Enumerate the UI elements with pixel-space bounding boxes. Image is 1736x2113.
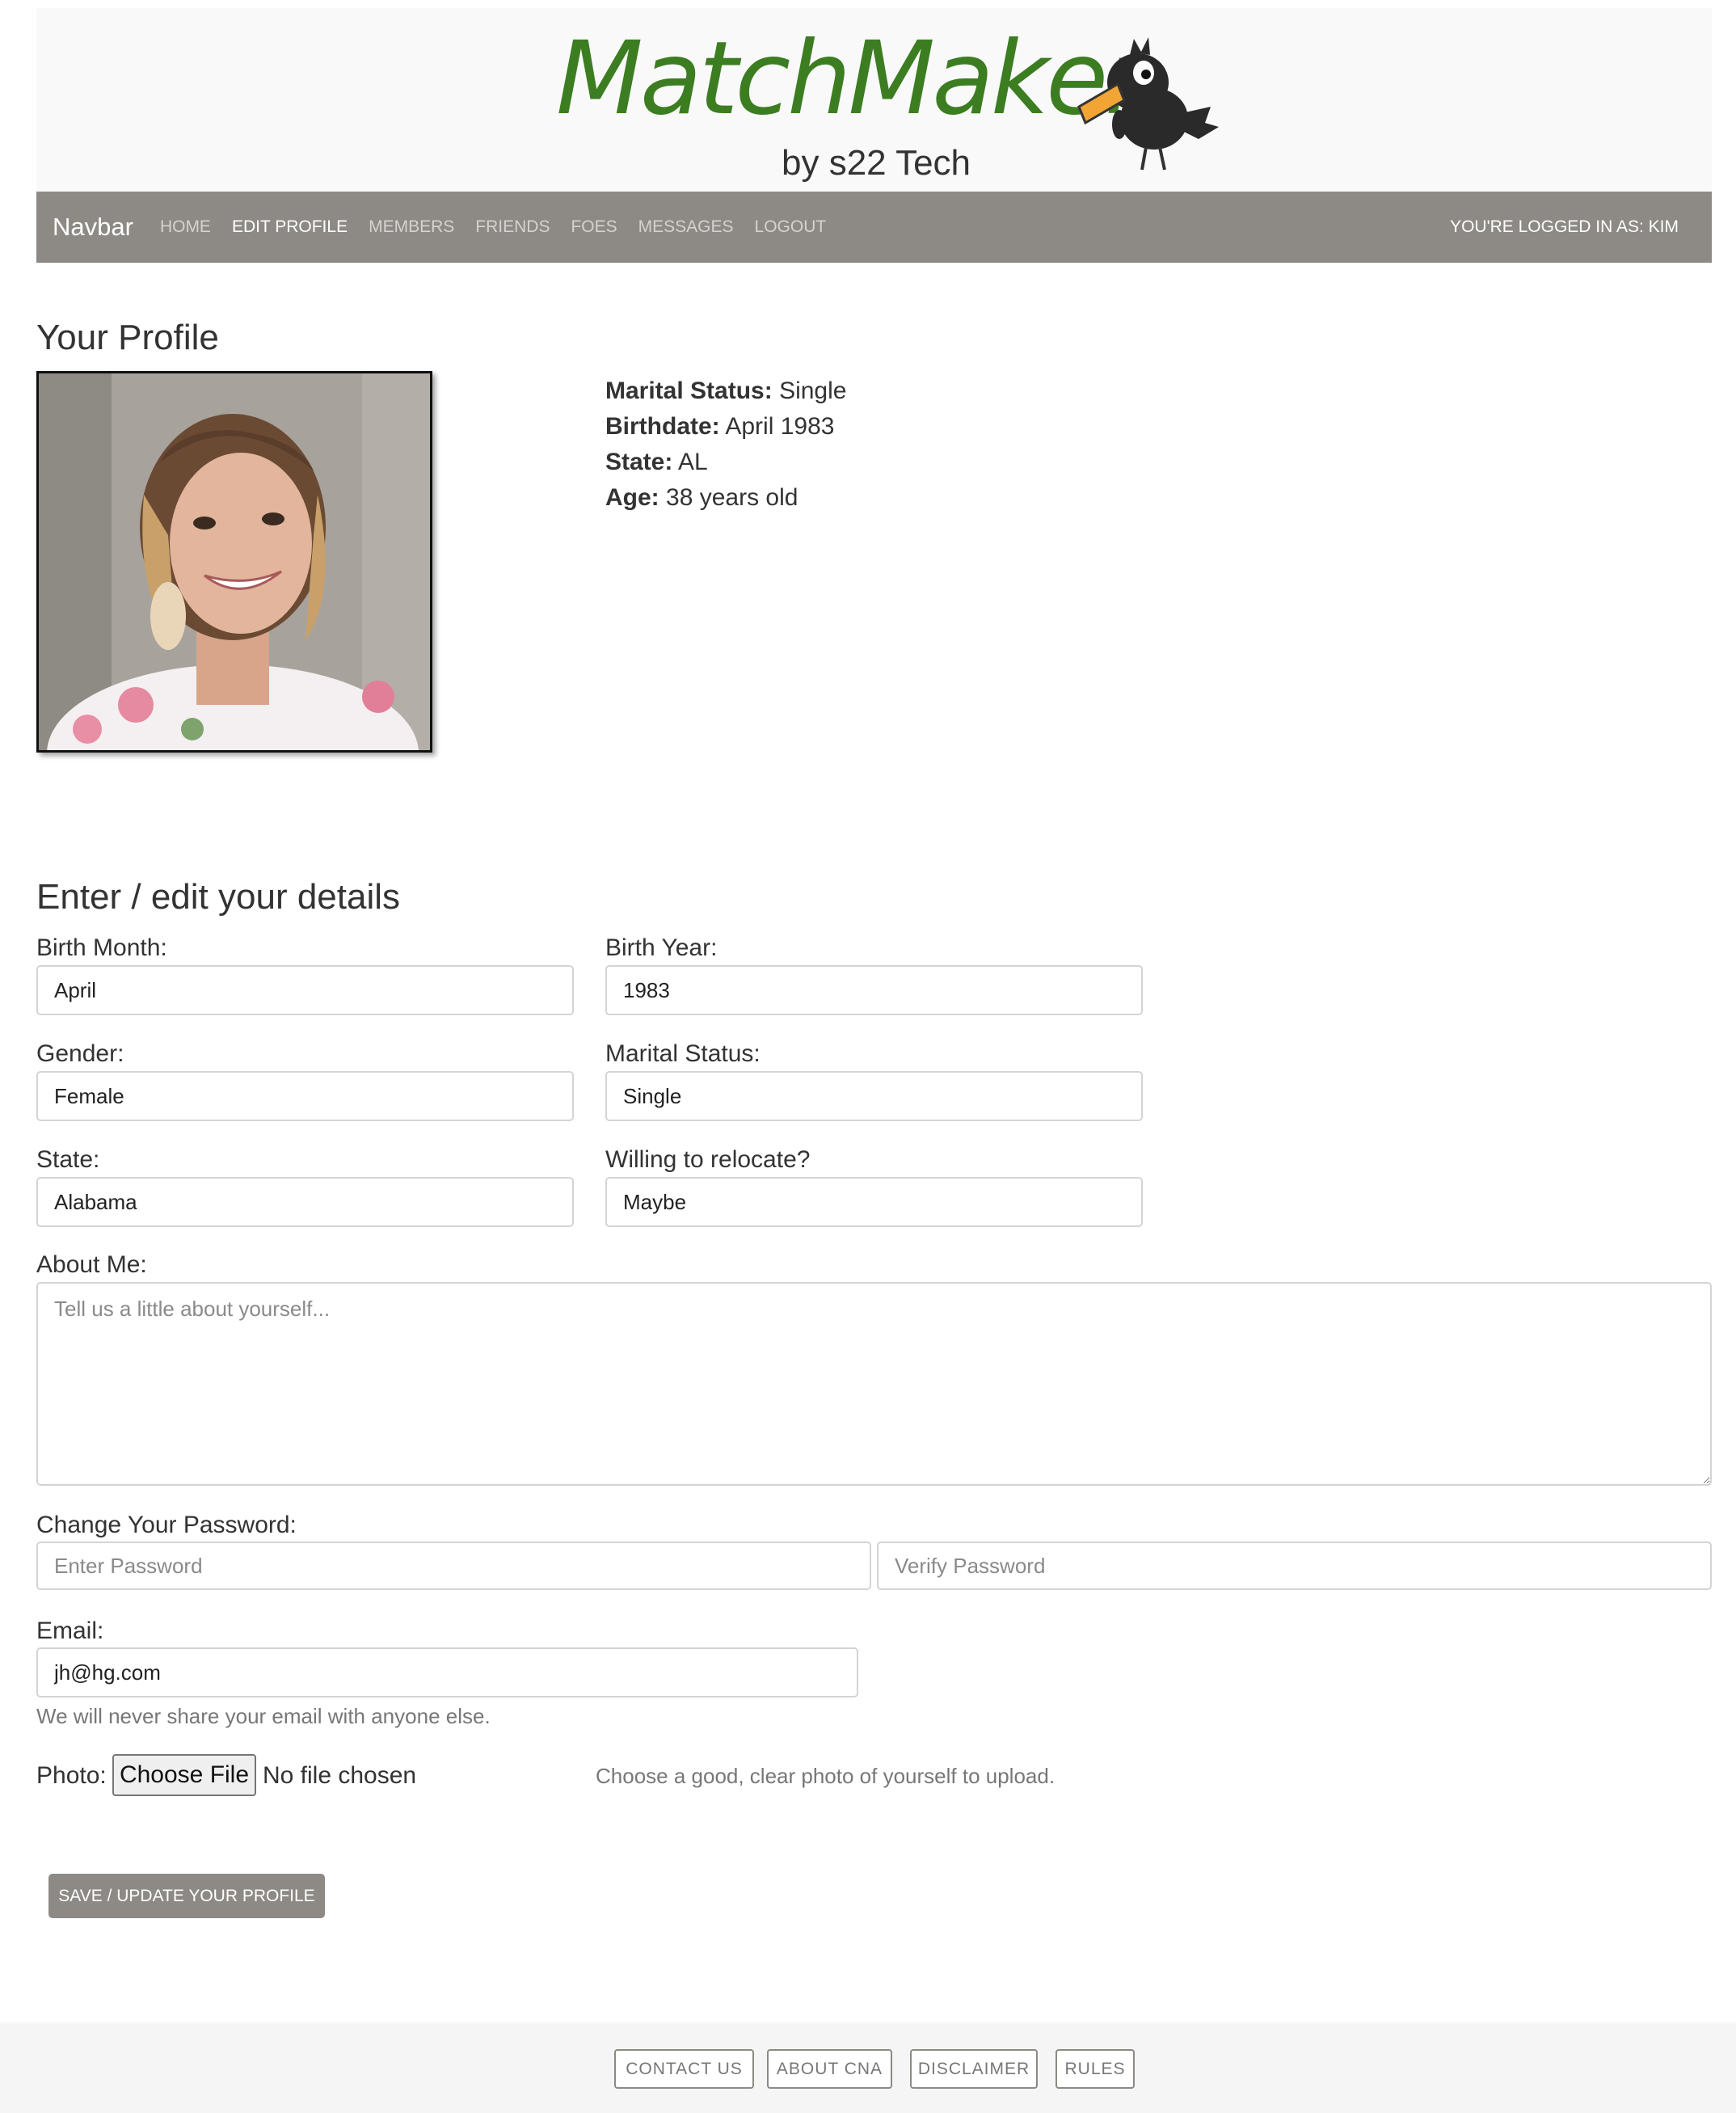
site-footer: CONTACT US ABOUT CNA DISCLAIMER RULES: [0, 2022, 1736, 2113]
relocate-label: Willing to relocate?: [605, 1146, 811, 1173]
email-field[interactable]: [36, 1647, 858, 1698]
summary-birthdate: Birthdate: April 1983: [605, 413, 835, 440]
no-file-chosen-text: No file chosen: [263, 1762, 417, 1789]
save-profile-button[interactable]: SAVE / UPDATE YOUR PROFILE: [48, 1874, 325, 1918]
birth-year-field[interactable]: [605, 965, 1143, 1015]
nav-foes[interactable]: FOES: [571, 217, 617, 237]
photo-help-text: Choose a good, clear photo of yourself t…: [596, 1764, 1056, 1788]
profile-summary: Marital Status: Single Birthdate: April …: [605, 373, 846, 516]
choose-file-button[interactable]: Choose File: [112, 1754, 256, 1796]
about-me-label: About Me:: [36, 1251, 147, 1278]
footer-contact-us[interactable]: CONTACT US: [614, 2049, 754, 2089]
email-label: Email:: [36, 1617, 104, 1644]
change-password-label: Change Your Password:: [36, 1512, 297, 1538]
nav-friends[interactable]: FRIENDS: [475, 217, 550, 237]
site-logo[interactable]: MatchMaker: [556, 23, 1147, 136]
navbar-brand[interactable]: Navbar: [53, 213, 133, 242]
profile-heading: Your Profile: [36, 318, 219, 357]
nav-logout[interactable]: LOGOUT: [755, 217, 827, 237]
nav-messages[interactable]: MESSAGES: [638, 217, 734, 237]
birth-month-field[interactable]: [36, 965, 574, 1015]
gender-field[interactable]: [36, 1071, 574, 1121]
nav-home[interactable]: HOME: [160, 217, 211, 237]
logged-in-status: YOU'RE LOGGED IN AS: KIM: [1450, 217, 1679, 236]
about-me-textarea[interactable]: [36, 1282, 1712, 1486]
nav-members[interactable]: MEMBERS: [369, 217, 454, 237]
site-tagline: by s22 Tech: [782, 143, 971, 183]
relocate-field[interactable]: [605, 1177, 1143, 1227]
summary-marital: Marital Status: Single: [605, 377, 847, 404]
footer-disclaimer[interactable]: DISCLAIMER: [910, 2049, 1038, 2089]
marital-status-field[interactable]: [605, 1071, 1143, 1121]
birth-year-label: Birth Year:: [605, 934, 718, 961]
state-label: State:: [36, 1146, 100, 1173]
summary-age: Age: 38 years old: [605, 484, 798, 511]
password-field[interactable]: [36, 1542, 871, 1590]
nav-edit-profile[interactable]: EDIT PROFILE: [232, 217, 348, 237]
main-navbar: Navbar HOME EDIT PROFILE MEMBERS FRIENDS…: [36, 192, 1712, 263]
state-field[interactable]: [36, 1177, 574, 1227]
birth-month-label: Birth Month:: [36, 934, 167, 961]
footer-about-cna[interactable]: ABOUT CNA: [767, 2049, 892, 2089]
site-header: MatchMaker by s22 Tech: [36, 8, 1712, 192]
profile-photo-image: [39, 373, 430, 750]
profile-photo: [36, 371, 432, 753]
footer-rules[interactable]: RULES: [1056, 2049, 1135, 2089]
gender-label: Gender:: [36, 1040, 124, 1067]
edit-details-heading: Enter / edit your details: [36, 877, 401, 917]
photo-label: Photo:: [36, 1762, 107, 1789]
summary-state: State: AL: [605, 449, 708, 475]
marital-status-label: Marital Status:: [605, 1040, 761, 1067]
verify-password-field[interactable]: [877, 1542, 1712, 1590]
crow-icon: [1077, 37, 1219, 171]
email-help-text: We will never share your email with anyo…: [36, 1704, 491, 1728]
